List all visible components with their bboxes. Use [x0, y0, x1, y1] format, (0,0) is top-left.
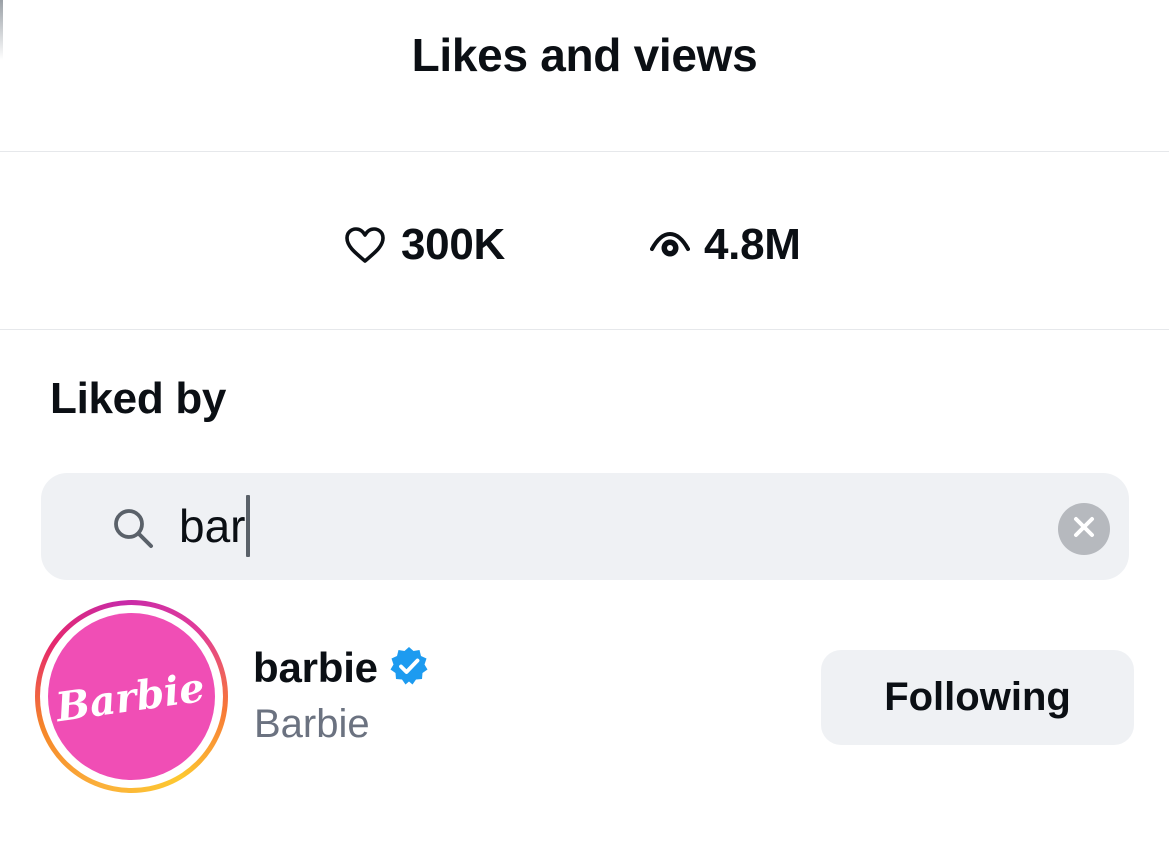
- search-input[interactable]: bar: [179, 495, 251, 557]
- avatar: Barbie: [48, 613, 215, 780]
- likes-stat[interactable]: 300K: [343, 217, 505, 273]
- full-name: Barbie: [254, 702, 370, 746]
- heart-icon: [343, 225, 387, 265]
- clear-icon: [1071, 514, 1097, 545]
- username-line: barbie: [253, 644, 430, 692]
- clear-search-button[interactable]: [1058, 503, 1110, 555]
- page-title: Likes and views: [411, 29, 758, 81]
- text-caret: [246, 495, 251, 557]
- username[interactable]: barbie: [253, 644, 378, 692]
- verified-badge-icon: [388, 645, 430, 692]
- views-stat[interactable]: 4.8M: [650, 217, 801, 273]
- search-icon: [111, 506, 155, 555]
- avatar-story-ring[interactable]: Barbie: [35, 600, 228, 793]
- likes-and-views-sheet: Likes and views 300K 4.8M Liked by bar B…: [0, 0, 1169, 857]
- svg-text:Barbie: Barbie: [52, 664, 207, 731]
- views-count: 4.8M: [704, 220, 801, 269]
- following-button[interactable]: Following: [821, 650, 1134, 745]
- liked-by-heading: Liked by: [50, 374, 227, 423]
- search-field[interactable]: bar: [41, 473, 1129, 580]
- eye-icon: [650, 227, 690, 263]
- sheet-header: Likes and views: [0, 0, 1169, 152]
- search-query-text: bar: [179, 500, 246, 552]
- stats-bar: 300K 4.8M: [0, 152, 1169, 330]
- likes-count: 300K: [401, 220, 505, 269]
- barbie-logo: Barbie: [52, 664, 207, 731]
